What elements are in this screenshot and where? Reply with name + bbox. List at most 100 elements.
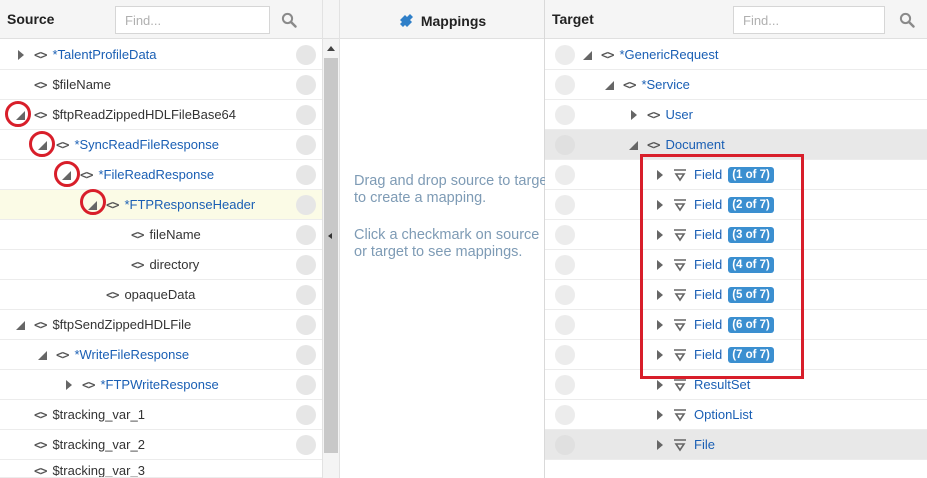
source-title: Source (7, 11, 55, 27)
source-row-filename[interactable]: <> fileName (0, 220, 322, 250)
checkmark-icon[interactable] (555, 285, 575, 305)
collapse-icon[interactable] (36, 348, 50, 362)
target-find-input[interactable] (733, 6, 885, 34)
expand-icon[interactable] (14, 48, 28, 62)
checkmark-icon[interactable] (555, 255, 575, 275)
element-icon: <> (623, 77, 636, 92)
expand-icon[interactable] (653, 438, 667, 452)
element-icon: <> (34, 107, 47, 122)
tree-item-label: Document (665, 137, 725, 152)
checkmark-icon[interactable] (296, 345, 316, 365)
element-icon: <> (34, 47, 47, 62)
target-row-service[interactable]: <> * Service (545, 70, 927, 100)
annotation-circle (29, 131, 55, 157)
checkmark-icon[interactable] (296, 405, 316, 425)
checkmark-icon[interactable] (555, 165, 575, 185)
source-row-writefileresponse[interactable]: <> * WriteFileResponse (0, 340, 322, 370)
element-icon: <> (80, 167, 93, 182)
tree-item-label: OptionList (694, 407, 753, 422)
source-row-tracking-var-1[interactable]: <> $tracking_var_1 (0, 400, 322, 430)
source-search-icon[interactable] (274, 6, 304, 34)
tree-item-label: directory (149, 257, 200, 272)
checkmark-icon[interactable] (555, 135, 575, 155)
collapse-pane-icon[interactable] (328, 233, 332, 239)
source-row-ftpsend[interactable]: <> $ftpSendZippedHDLFile (0, 310, 322, 340)
element-icon: <> (647, 107, 660, 122)
mappings-hint-checkmark: Click a checkmark on source or target to… (354, 227, 540, 260)
source-row-tracking-var-2[interactable]: <> $tracking_var_2 (0, 430, 322, 460)
checkmark-icon[interactable] (555, 405, 575, 425)
checkmark-icon[interactable] (555, 315, 575, 335)
source-row-opaquedata[interactable]: <> opaqueData (0, 280, 322, 310)
checkmark-icon[interactable] (555, 45, 575, 65)
scrollbar-thumb[interactable] (324, 58, 338, 453)
element-icon: <> (56, 137, 69, 152)
target-row-file[interactable]: File (545, 430, 927, 460)
checkmark-icon[interactable] (296, 165, 316, 185)
tree-item-label: File (694, 437, 715, 452)
source-row-directory[interactable]: <> directory (0, 250, 322, 280)
tree-item-label: $ftpReadZippedHDLFileBase64 (52, 107, 237, 122)
checkmark-icon[interactable] (555, 75, 575, 95)
source-row-filereadresponse[interactable]: <> * FileReadResponse (0, 160, 322, 190)
collapse-icon[interactable] (603, 78, 617, 92)
element-icon: <> (601, 47, 614, 62)
target-title: Target (552, 11, 594, 27)
checkmark-icon[interactable] (555, 435, 575, 455)
checkmark-icon[interactable] (296, 195, 316, 215)
target-row-optionlist[interactable]: OptionList (545, 400, 927, 430)
tree-item-label: $tracking_var_3 (52, 463, 145, 478)
source-row-ftpread[interactable]: <> $ftpReadZippedHDLFileBase64 (0, 100, 322, 130)
source-row-talentprofiledata[interactable]: <> * TalentProfileData (0, 40, 322, 70)
source-pane: Source <> *TalentProfileData <> $fileNam… (0, 0, 322, 478)
checkmark-icon[interactable] (296, 375, 316, 395)
checkmark-icon[interactable] (555, 345, 575, 365)
scroll-up-icon[interactable] (327, 46, 335, 51)
tree-item-label: FileReadResponse (103, 167, 215, 182)
annotation-circle (5, 101, 31, 127)
checkmark-icon[interactable] (296, 225, 316, 245)
checkmark-icon[interactable] (296, 45, 316, 65)
checkmark-icon[interactable] (296, 285, 316, 305)
expand-icon[interactable] (653, 408, 667, 422)
checkmark-icon[interactable] (296, 255, 316, 275)
annotation-circle (80, 189, 106, 215)
checkmark-icon[interactable] (296, 75, 316, 95)
tree-item-label: SyncReadFileResponse (79, 137, 219, 152)
checkmark-icon[interactable] (555, 225, 575, 245)
source-row-ftpwriteresponse[interactable]: <> * FTPWriteResponse (0, 370, 322, 400)
mappings-title: Mappings (420, 13, 487, 29)
collapse-icon[interactable] (627, 138, 641, 152)
tree-item-label: $fileName (52, 77, 111, 92)
mappings-hint-drag: Drag and drop source to target to create… (354, 173, 552, 206)
element-icon: <> (34, 407, 47, 422)
annotation-rectangle (640, 154, 804, 379)
expand-icon[interactable] (653, 378, 667, 392)
element-icon: <> (34, 77, 47, 92)
expand-icon[interactable] (62, 378, 76, 392)
checkmark-icon[interactable] (296, 435, 316, 455)
expand-icon[interactable] (627, 108, 641, 122)
target-row-user[interactable]: <> User (545, 100, 927, 130)
tree-item-label: GenericRequest (624, 47, 719, 62)
source-scrollbar[interactable] (322, 0, 340, 478)
source-row-filename-var[interactable]: <> $fileName (0, 70, 322, 100)
target-row-genericrequest[interactable]: <> * GenericRequest (545, 40, 927, 70)
checkmark-icon[interactable] (296, 105, 316, 125)
collapse-icon[interactable] (14, 318, 28, 332)
tree-item-label: $tracking_var_2 (52, 437, 145, 452)
tree-item-label: Service (646, 77, 690, 92)
mappings-pane: Mappings Drag and drop source to target … (340, 0, 551, 478)
target-search-icon[interactable] (892, 6, 922, 34)
collapse-icon[interactable] (581, 48, 595, 62)
checkmark-icon[interactable] (555, 375, 575, 395)
source-row-ftpresponseheader[interactable]: <> * FTPResponseHeader (0, 190, 322, 220)
tree-item-label: WriteFileResponse (79, 347, 190, 362)
checkmark-icon[interactable] (296, 135, 316, 155)
annotation-circle (54, 161, 80, 187)
source-find-input[interactable] (115, 6, 270, 34)
source-row-tracking-var-3[interactable]: <> $tracking_var_3 (0, 460, 322, 478)
checkmark-icon[interactable] (555, 105, 575, 125)
checkmark-icon[interactable] (296, 315, 316, 335)
checkmark-icon[interactable] (555, 195, 575, 215)
